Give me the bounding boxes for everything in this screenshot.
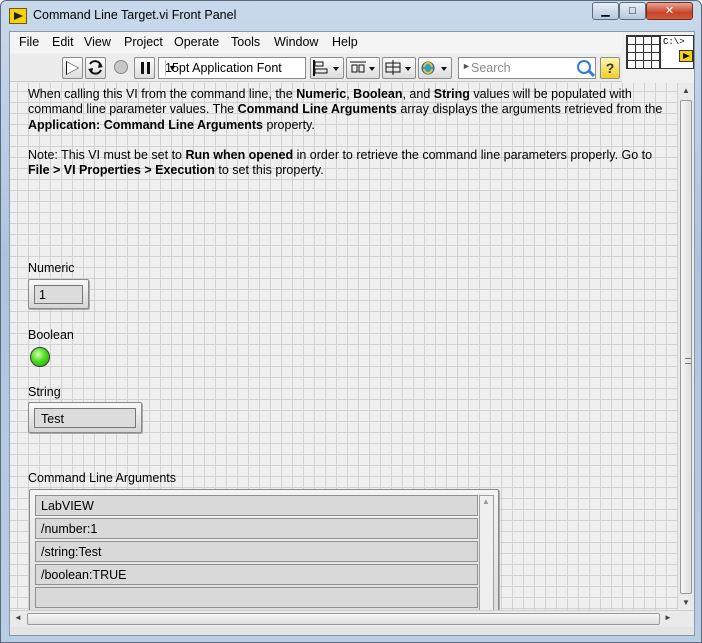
search-icon[interactable] [577,60,591,74]
abort-stop-icon [114,60,128,74]
run-button[interactable] [62,57,83,79]
array-element[interactable]: LabVIEW [35,495,478,516]
boolean-led-indicator[interactable] [30,347,50,367]
maximize-button[interactable]: □ [619,2,646,20]
array-element[interactable]: /number:1 [35,518,478,539]
title-bar[interactable]: Command Line Target.vi Front Panel ▁ □ ✕ [1,1,701,31]
array-element[interactable]: /boolean:TRUE [35,564,478,585]
vi-icon-run-glyph [679,50,693,62]
labview-app-icon [9,8,27,24]
scrollbar-thumb[interactable] [680,100,692,594]
run-arrow-fill-icon [67,62,78,74]
search-expand-icon: ► [462,61,471,71]
scroll-down-arrow-icon[interactable]: ▼ [682,598,690,607]
context-help-button[interactable]: ? [600,57,620,79]
resize-objects-icon [385,60,411,75]
menu-help[interactable]: Help [332,35,358,49]
abort-button[interactable] [110,57,133,79]
string-label: String [28,385,61,399]
vi-icon[interactable]: C:\> [660,35,694,69]
description-text: When calling this VI from the command li… [28,87,668,193]
array-element[interactable] [35,587,478,608]
array-label: Command Line Arguments [28,471,176,485]
reorder-button[interactable] [418,57,452,79]
front-panel[interactable]: When calling this VI from the command li… [10,83,677,610]
pause-icon [141,62,150,74]
numeric-value[interactable]: 1 [34,285,83,304]
vi-icon-text: C:\> [663,37,685,47]
search-input[interactable] [471,60,569,76]
run-continuously-icon [88,60,103,75]
search-field[interactable]: ► [458,57,596,79]
scrollbar-thumb[interactable] [27,613,660,625]
string-control[interactable]: Test [28,402,142,433]
menu-view[interactable]: View [84,35,111,49]
panel-horizontal-scrollbar[interactable]: ◄ ► [10,610,694,627]
command-line-arguments-array[interactable]: LabVIEW /number:1 /string:Test /boolean:… [29,489,499,610]
menu-file[interactable]: File [19,35,39,49]
menu-window[interactable]: Window [274,35,318,49]
menu-operate[interactable]: Operate [174,35,219,49]
status-bar [10,627,694,635]
window-title: Command Line Target.vi Front Panel [33,8,237,22]
distribute-objects-icon [350,61,375,73]
numeric-label: Numeric [28,261,75,275]
labview-window: Command Line Target.vi Front Panel ▁ □ ✕… [0,0,702,643]
boolean-label: Boolean [28,328,74,342]
description-paragraph-2: Note: This VI must be set to Run when op… [28,147,653,178]
scroll-right-arrow-icon[interactable]: ► [664,613,672,622]
menu-project[interactable]: Project [124,35,163,49]
align-objects-icon [313,60,339,76]
array-scrollbar[interactable]: ▲ ▼ [479,495,494,610]
menu-bar: File Edit View Project Operate Tools Win… [10,32,622,53]
scroll-up-arrow-icon[interactable]: ▲ [682,86,690,95]
numeric-control[interactable]: 1 [28,279,89,309]
panel-vertical-scrollbar[interactable]: ▲ ▼ [677,83,694,610]
chevron-down-icon: ▼ [165,60,179,76]
window-client-area: File Edit View Project Operate Tools Win… [9,31,695,636]
string-value[interactable]: Test [34,408,136,428]
connector-pane[interactable] [626,35,660,69]
distribute-objects-button[interactable] [346,57,380,79]
toolbar: 15pt Application Font ▼ ► Search ? [10,54,622,82]
font-setting-value: 15pt Application Font [165,61,282,75]
menu-edit[interactable]: Edit [52,35,74,49]
pause-button[interactable] [134,57,155,79]
menu-tools[interactable]: Tools [231,35,260,49]
run-continuously-button[interactable] [85,57,106,79]
text-settings-dropdown[interactable]: 15pt Application Font ▼ [158,57,306,79]
array-element[interactable]: /string:Test [35,541,478,562]
scroll-up-arrow-icon[interactable]: ▲ [482,497,490,506]
description-paragraph-1: When calling this VI from the command li… [28,87,663,132]
minimize-button[interactable]: ▁ [592,2,619,20]
grip-icon [685,358,691,364]
align-objects-button[interactable] [310,57,344,79]
scroll-left-arrow-icon[interactable]: ◄ [14,613,22,622]
close-button[interactable]: ✕ [646,2,693,20]
reorder-icon [421,61,447,75]
resize-objects-button[interactable] [382,57,416,79]
